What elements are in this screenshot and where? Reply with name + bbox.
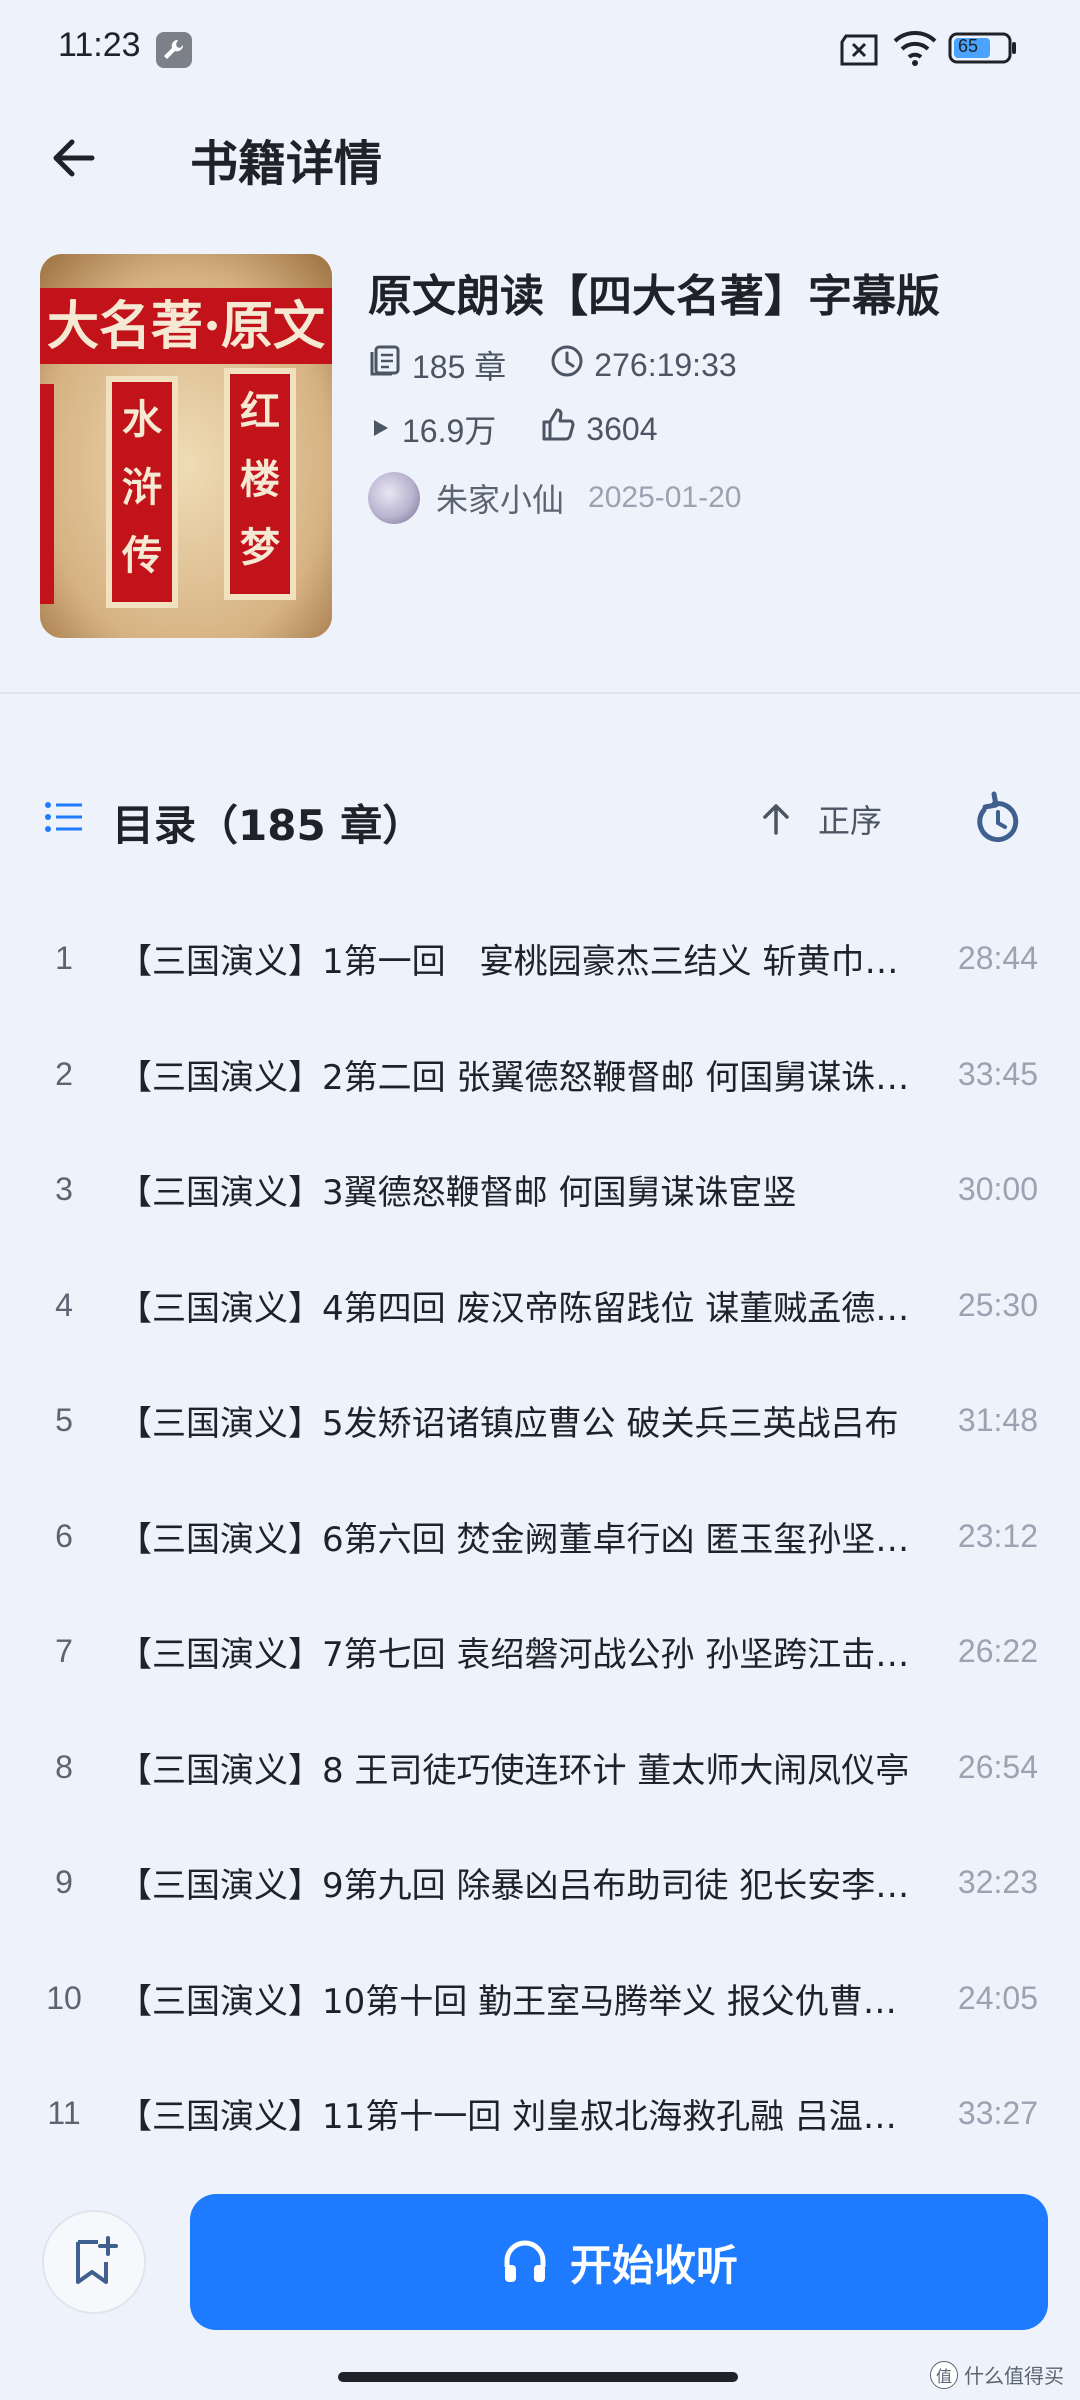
watermark-logo: 值 [930, 2360, 958, 2389]
chapter-index: 8 [55, 1748, 73, 1785]
chapter-duration: 32:23 [957, 1863, 1038, 1900]
chapter-title: 【三国演义】11第十一回 刘皇叔北海救孔融 吕温侯濮阳破曹操 [118, 2096, 918, 2137]
book-title: 原文朗读【四大名著】字幕版 [368, 271, 940, 322]
book-cover[interactable]: 大名著·原文 水浒传 红楼梦 [40, 254, 332, 638]
wrench-icon [156, 32, 192, 68]
publish-date: 2025-01-20 [588, 481, 742, 514]
arrow-up-icon [763, 804, 789, 835]
cover-plaque-left: 水浒传 [122, 396, 162, 579]
arrow-left-icon [53, 139, 95, 177]
chapter-title: 【三国演义】5发矫诏诸镇应曹公 破关兵三英战吕布 [118, 1403, 899, 1444]
chapter-title: 【三国演义】8 王司徒巧使连环计 董太师大闹凤仪亭 [118, 1750, 910, 1791]
chapter-duration: 23:12 [957, 1517, 1038, 1554]
bookmark-button[interactable] [42, 2210, 146, 2314]
chapter-row[interactable]: 11 【三国演义】11第十一回 刘皇叔北海救孔融 吕温侯濮阳破曹操 33:27 [0, 2055, 1080, 2171]
chapter-row[interactable]: 10 【三国演义】10第十回 勤王室马腾举义 报父仇曹操兴师 24:05 [0, 1940, 1080, 2056]
chapter-index: 6 [55, 1517, 73, 1554]
total-duration: 276:19:33 [594, 346, 737, 383]
chapter-duration: 24:05 [957, 1979, 1038, 2016]
book-stats-row: 185 章 276:19:33 [368, 342, 781, 388]
chapter-title: 【三国演义】9第九回 除暴凶吕布助司徒 犯长安李傕听贾诩 [118, 1865, 918, 1906]
sort-order-button[interactable]: 正序 [760, 796, 882, 842]
chapter-index: 9 [55, 1863, 73, 1900]
chapter-index: 10 [46, 1979, 82, 2016]
chapter-title: 【三国演义】6第六回 焚金阙董卓行凶 匿玉玺孙坚背约 [118, 1519, 918, 1560]
chapter-title: 【三国演义】3翼德怒鞭督邮 何国舅谋诛宦竖 [118, 1172, 797, 1213]
chapter-duration: 33:27 [957, 2094, 1038, 2131]
chapter-title: 【三国演义】10第十回 勤王室马腾举义 报父仇曹操兴师 [118, 1981, 918, 2022]
author-row: 朱家小仙 2025-01-20 [368, 472, 741, 524]
catalog-title: 目录（185 章） [112, 801, 425, 850]
refresh-icon [977, 791, 1019, 843]
chapter-row[interactable]: 4 【三国演义】4第四回 废汉帝陈留践位 谋董贼孟德献刀 25:30 [0, 1247, 1080, 1363]
chapter-title: 【三国演义】1第一回 宴桃园豪杰三结义 斩黄巾英雄首立功 [118, 941, 918, 982]
watermark-text: 什么值得买 [964, 2364, 1064, 2388]
play-count-icon [368, 410, 392, 448]
chapter-title: 【三国演义】2第二回 张翼德怒鞭督邮 何国舅谋诛宦竖 [118, 1057, 918, 1098]
like-count: 3604 [586, 410, 658, 447]
wifi-icon [892, 28, 938, 72]
thumbs-up-icon[interactable] [540, 407, 576, 451]
chapter-index: 2 [55, 1055, 73, 1092]
sim-off-icon [838, 34, 880, 70]
start-listening-button[interactable]: 开始收听 [190, 2194, 1048, 2330]
author-name[interactable]: 朱家小仙 [436, 475, 564, 521]
chapter-row[interactable]: 6 【三国演义】6第六回 焚金阙董卓行凶 匿玉玺孙坚背约 23:12 [0, 1478, 1080, 1594]
watermark: 值 什么值得买 [930, 2360, 1064, 2389]
header: 书籍详情 [0, 110, 1080, 200]
chapter-duration: 26:54 [957, 1748, 1038, 1785]
catalog-header: 目录（185 章） 正序 [0, 770, 1080, 870]
cover-plaque-right: 红楼梦 [240, 388, 280, 571]
back-button[interactable] [44, 128, 104, 188]
headphones-icon [504, 2240, 546, 2282]
chapters-icon [368, 344, 402, 386]
chapter-duration: 30:00 [957, 1170, 1038, 1207]
chapter-index: 1 [55, 939, 73, 976]
chapter-row[interactable]: 1 【三国演义】1第一回 宴桃园豪杰三结义 斩黄巾英雄首立功 28:44 [0, 900, 1080, 1016]
status-bar: 11:23 65 [0, 0, 1080, 96]
chapter-duration: 25:30 [957, 1286, 1038, 1323]
chapter-index: 4 [55, 1286, 73, 1323]
home-indicator[interactable] [338, 2372, 738, 2382]
chapter-row[interactable]: 8 【三国演义】8 王司徒巧使连环计 董太师大闹凤仪亭 26:54 [0, 1709, 1080, 1825]
chapter-index: 7 [55, 1632, 73, 1669]
refresh-button[interactable] [970, 788, 1026, 852]
chapter-row[interactable]: 9 【三国演义】9第九回 除暴凶吕布助司徒 犯长安李傕听贾诩 32:23 [0, 1824, 1080, 1940]
book-info: 大名著·原文 水浒传 红楼梦 原文朗读【四大名著】字幕版 185 章 276:1… [0, 220, 1080, 694]
bookmark-add-icon [76, 2236, 118, 2284]
book-engagement-row: 16.9万 3604 [368, 406, 701, 452]
chapter-duration: 26:22 [957, 1632, 1038, 1669]
page-title: 书籍详情 [190, 136, 383, 192]
chapter-duration: 28:44 [957, 939, 1038, 976]
chapter-index: 11 [47, 2094, 81, 2131]
start-listening-label: 开始收听 [569, 2240, 738, 2290]
chapter-duration: 33:45 [957, 1055, 1038, 1092]
list-icon [44, 800, 84, 838]
clock-icon [550, 344, 584, 386]
chapter-title: 【三国演义】7第七回 袁绍磐河战公孙 孙坚跨江击刘表 [118, 1634, 918, 1675]
chapter-row[interactable]: 2 【三国演义】2第二回 张翼德怒鞭督邮 何国舅谋诛宦竖 33:45 [0, 1016, 1080, 1132]
bottom-bar: 开始收听 [0, 2180, 1080, 2340]
avatar[interactable] [368, 472, 420, 524]
chapter-row[interactable]: 5 【三国演义】5发矫诏诸镇应曹公 破关兵三英战吕布 31:48 [0, 1362, 1080, 1478]
chapter-title: 【三国演义】4第四回 废汉帝陈留践位 谋董贼孟德献刀 [118, 1288, 918, 1329]
play-count: 16.9万 [402, 413, 497, 449]
chapter-duration: 31:48 [957, 1401, 1038, 1438]
chapter-row[interactable]: 3 【三国演义】3翼德怒鞭督邮 何国舅谋诛宦竖 30:00 [0, 1131, 1080, 1247]
status-time: 11:23 [58, 26, 141, 64]
chapter-index: 3 [55, 1170, 73, 1207]
sort-order-label: 正序 [818, 802, 883, 840]
battery-level: 65 [958, 36, 979, 56]
chapter-index: 5 [55, 1401, 73, 1438]
chapter-row[interactable]: 7 【三国演义】7第七回 袁绍磐河战公孙 孙坚跨江击刘表 26:22 [0, 1593, 1080, 1709]
chapters-count: 185 章 [412, 349, 507, 385]
cover-banner-text: 大名著·原文 [47, 296, 325, 357]
